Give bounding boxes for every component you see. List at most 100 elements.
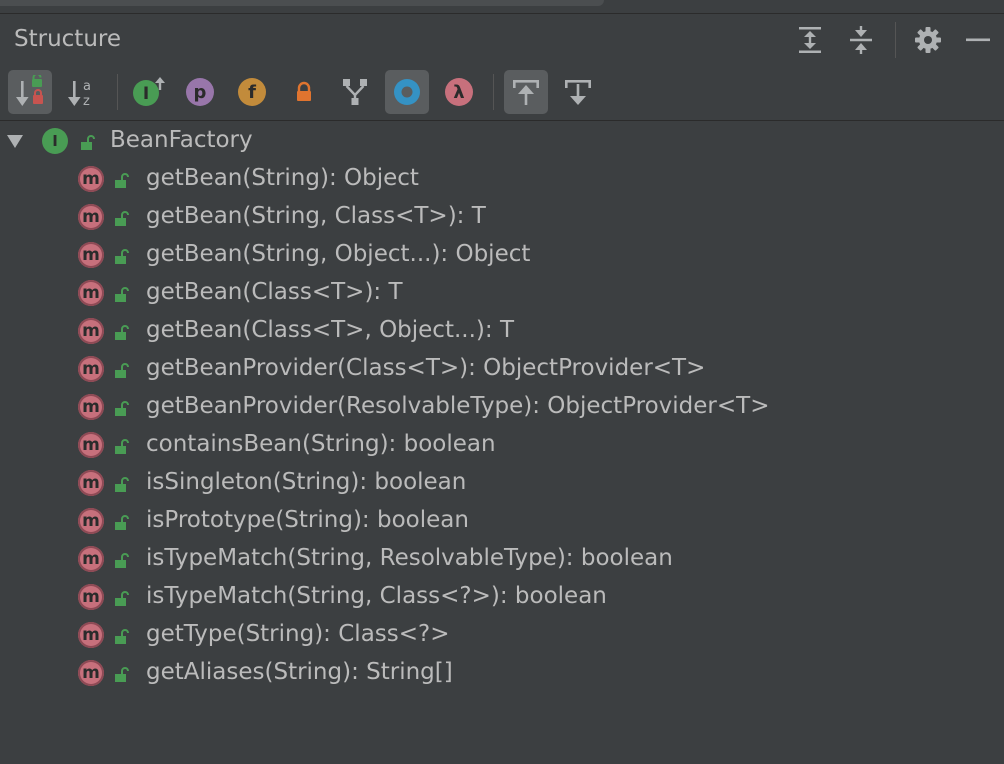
collapse-all-icon bbox=[850, 26, 872, 54]
svg-text:a: a bbox=[83, 79, 91, 94]
method-icon: m bbox=[78, 660, 104, 686]
show-inherited-button[interactable]: I bbox=[127, 70, 171, 114]
public-lock-icon bbox=[81, 135, 95, 150]
autoscroll-from-source-icon bbox=[565, 80, 591, 105]
editor-tab-remnant bbox=[0, 0, 604, 6]
public-lock-icon bbox=[115, 667, 129, 682]
tree-method-row[interactable]: m containsBean(String): boolean bbox=[0, 426, 1004, 464]
method-icon: m bbox=[78, 356, 104, 382]
tree-method-row[interactable]: m getBean(String, Object...): Object bbox=[0, 236, 1004, 274]
method-icon: m bbox=[78, 622, 104, 648]
sort-by-visibility-button[interactable] bbox=[8, 70, 52, 114]
tree-method-row[interactable]: m getBean(String, Class<T>): T bbox=[0, 198, 1004, 236]
method-icon: m bbox=[78, 584, 104, 610]
public-lock-icon bbox=[115, 439, 129, 454]
method-label: getBean(Class<T>, Object...): T bbox=[146, 317, 514, 343]
method-label: getBeanProvider(ResolvableType): ObjectP… bbox=[146, 393, 770, 419]
method-label: getBean(String, Class<T>): T bbox=[146, 203, 486, 229]
tree-method-row[interactable]: m isTypeMatch(String, ResolvableType): bo… bbox=[0, 540, 1004, 578]
public-lock-icon bbox=[115, 173, 129, 188]
public-lock-icon bbox=[115, 363, 129, 378]
expand-all-icon bbox=[799, 27, 821, 53]
public-lock-icon bbox=[115, 515, 129, 530]
show-lambdas-icon: λ bbox=[445, 78, 473, 106]
public-lock-icon bbox=[115, 401, 129, 416]
group-methods-button[interactable] bbox=[333, 70, 377, 114]
structure-tree: I BeanFactory m getBean(String): Object m g… bbox=[0, 122, 1004, 764]
structure-panel-header: Structure bbox=[0, 14, 1004, 66]
tree-method-row[interactable]: m getType(String): Class<?> bbox=[0, 616, 1004, 654]
show-inherited-icon: I bbox=[133, 77, 165, 106]
gear-icon bbox=[915, 27, 941, 53]
method-label: getBeanProvider(Class<T>): ObjectProvide… bbox=[146, 355, 706, 381]
collapse-all-button[interactable] bbox=[843, 22, 879, 58]
method-label: getBean(String, Object...): Object bbox=[146, 241, 531, 267]
method-label: isPrototype(String): boolean bbox=[146, 507, 469, 533]
public-lock-icon bbox=[115, 249, 129, 264]
method-label: isTypeMatch(String, ResolvableType): boo… bbox=[146, 545, 673, 571]
show-anonymous-button[interactable] bbox=[385, 70, 429, 114]
sort-alphabetically-button[interactable]: a z bbox=[60, 70, 104, 114]
panel-title: Structure bbox=[14, 26, 121, 52]
show-anonymous-icon bbox=[394, 79, 420, 105]
public-lock-icon bbox=[115, 287, 129, 302]
method-icon: m bbox=[78, 546, 104, 572]
show-properties-button[interactable]: p bbox=[178, 70, 222, 114]
tree-method-row[interactable]: m isPrototype(String): boolean bbox=[0, 502, 1004, 540]
tree-root-row[interactable]: I BeanFactory bbox=[0, 122, 1004, 160]
method-icon: m bbox=[78, 204, 104, 230]
method-icon: m bbox=[78, 280, 104, 306]
method-icon: m bbox=[78, 508, 104, 534]
show-fields-icon: f bbox=[238, 78, 266, 106]
tree-method-row[interactable]: m getBean(Class<T>): T bbox=[0, 274, 1004, 312]
tree-method-row[interactable]: m getAliases(String): String[] bbox=[0, 654, 1004, 692]
minimize-button[interactable] bbox=[960, 22, 996, 58]
svg-text:z: z bbox=[83, 94, 90, 109]
expand-arrow-icon[interactable] bbox=[6, 132, 24, 150]
method-icon: m bbox=[78, 166, 104, 192]
svg-text:I: I bbox=[143, 84, 149, 104]
tree-method-row[interactable]: m getBean(Class<T>, Object...): T bbox=[0, 312, 1004, 350]
method-icon: m bbox=[78, 470, 104, 496]
public-lock-icon bbox=[115, 591, 129, 606]
method-label: getAliases(String): String[] bbox=[146, 659, 453, 685]
method-icon: m bbox=[78, 318, 104, 344]
show-properties-icon: p bbox=[186, 78, 214, 106]
method-icon: m bbox=[78, 394, 104, 420]
public-lock-icon bbox=[115, 477, 129, 492]
minimize-icon bbox=[966, 38, 990, 42]
method-label: getType(String): Class<?> bbox=[146, 621, 450, 647]
tree-method-row[interactable]: m getBeanProvider(ResolvableType): Object… bbox=[0, 388, 1004, 426]
method-icon: m bbox=[78, 242, 104, 268]
tree-method-row[interactable]: m getBeanProvider(Class<T>): ObjectProvid… bbox=[0, 350, 1004, 388]
structure-toolbar: a z I p f λ bbox=[0, 66, 1004, 121]
method-label: isTypeMatch(String, Class<?>): boolean bbox=[146, 583, 607, 609]
method-label: getBean(Class<T>): T bbox=[146, 279, 403, 305]
toolbar-separator bbox=[117, 74, 118, 110]
tree-method-row[interactable]: m isTypeMatch(String, Class<?>): boolean bbox=[0, 578, 1004, 616]
method-label: isSingleton(String): boolean bbox=[146, 469, 467, 495]
toolbar-separator bbox=[493, 74, 494, 110]
tree-method-row[interactable]: m isSingleton(String): boolean bbox=[0, 464, 1004, 502]
tree-method-row[interactable]: m getBean(String): Object bbox=[0, 160, 1004, 198]
show-non-public-button[interactable] bbox=[282, 70, 326, 114]
expand-all-button[interactable] bbox=[792, 22, 828, 58]
public-lock-icon bbox=[115, 629, 129, 644]
top-strip bbox=[0, 0, 1004, 14]
method-label: containsBean(String): boolean bbox=[146, 431, 496, 457]
autoscroll-to-source-button[interactable] bbox=[504, 70, 548, 114]
public-lock-icon bbox=[115, 553, 129, 568]
settings-button[interactable] bbox=[910, 22, 946, 58]
public-lock-icon bbox=[115, 325, 129, 340]
method-label: getBean(String): Object bbox=[146, 165, 419, 191]
show-non-public-icon bbox=[297, 81, 311, 101]
autoscroll-to-source-icon bbox=[513, 80, 539, 105]
interface-icon: I bbox=[42, 128, 68, 154]
show-fields-button[interactable]: f bbox=[230, 70, 274, 114]
root-label: BeanFactory bbox=[110, 127, 253, 153]
autoscroll-from-source-button[interactable] bbox=[556, 70, 600, 114]
group-methods-icon bbox=[343, 79, 367, 105]
show-lambdas-button[interactable]: λ bbox=[437, 70, 481, 114]
sort-by-visibility-icon bbox=[16, 75, 43, 106]
header-separator bbox=[895, 22, 896, 58]
